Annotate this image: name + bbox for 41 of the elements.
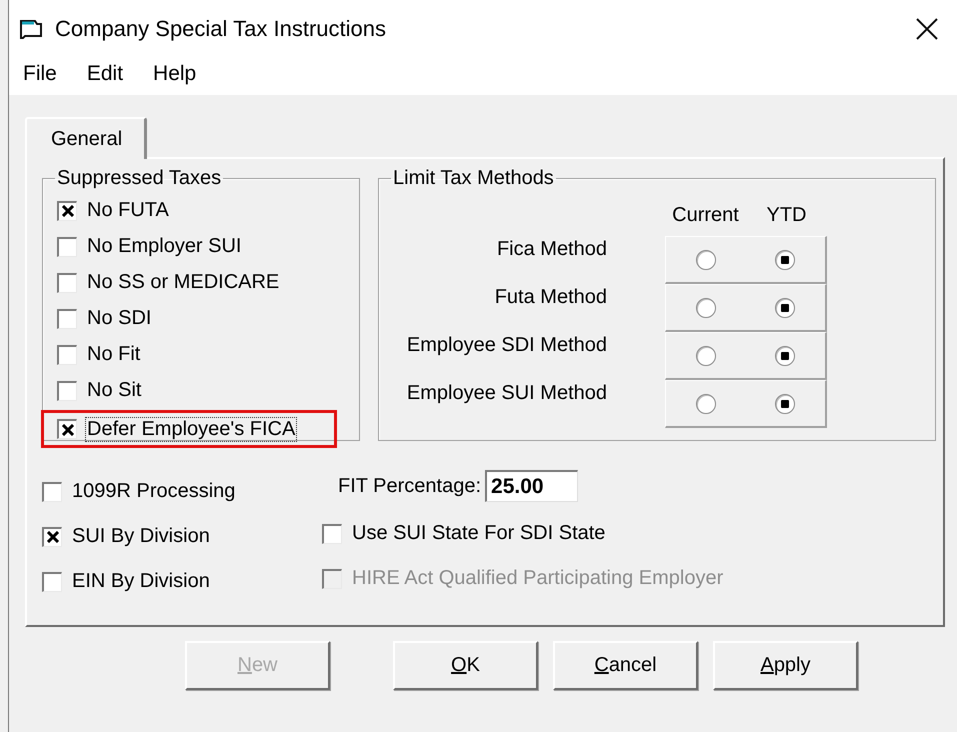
menu-item[interactable]: Help xyxy=(153,58,196,86)
radio-button[interactable] xyxy=(696,394,716,414)
x-mark-icon xyxy=(62,424,74,436)
window-title: Company Special Tax Instructions xyxy=(55,16,387,42)
method-label: Fica Method xyxy=(496,238,607,261)
x-mark-icon xyxy=(62,205,74,217)
input-field[interactable]: 25.00 xyxy=(485,470,578,502)
checkbox[interactable]: No SS or MEDICARE xyxy=(57,266,282,299)
method-label: Employee SUI Method xyxy=(406,382,607,405)
radio-button[interactable] xyxy=(696,346,716,366)
dialog-button[interactable]: Apply xyxy=(713,641,858,690)
radio-button[interactable] xyxy=(696,250,716,270)
menu-item[interactable]: File xyxy=(23,58,57,86)
checkbox[interactable]: No SDI xyxy=(57,302,154,335)
menu-item[interactable]: Edit xyxy=(86,58,124,86)
checkbox[interactable]: No Employer SUI xyxy=(57,230,244,263)
dialog-button[interactable]: Cancel xyxy=(553,641,698,690)
checkbox[interactable]: Use SUI State For SDI State xyxy=(322,517,608,550)
window-icon xyxy=(19,18,43,40)
radio-button[interactable] xyxy=(696,298,716,318)
field-label: FIT Percentage: xyxy=(338,474,482,498)
checkbox[interactable]: No FUTA xyxy=(57,194,171,227)
close-icon xyxy=(916,18,938,40)
radio-button[interactable] xyxy=(775,250,796,270)
checkbox[interactable]: 1099R Processing xyxy=(42,475,238,508)
x-mark-icon xyxy=(46,531,58,543)
checkbox[interactable]: SUI By Division xyxy=(42,520,212,553)
method-label: Futa Method xyxy=(494,286,607,309)
checkbox[interactable]: No Fit xyxy=(57,338,142,371)
checkbox[interactable]: EIN By Division xyxy=(42,565,212,598)
method-label: Employee SDI Method xyxy=(406,334,607,357)
group-title: Limit Tax Methods xyxy=(392,167,555,190)
dialog-button[interactable]: OK xyxy=(393,641,538,690)
radio-button[interactable] xyxy=(775,346,796,366)
column-header: Current xyxy=(671,204,740,228)
radio-button[interactable] xyxy=(775,394,796,414)
tab[interactable]: General xyxy=(25,117,148,159)
column-header: YTD xyxy=(766,204,808,228)
checkbox[interactable]: No Sit xyxy=(57,374,144,407)
group-title: Suppressed Taxes xyxy=(56,167,222,190)
radio-button[interactable] xyxy=(775,298,796,318)
